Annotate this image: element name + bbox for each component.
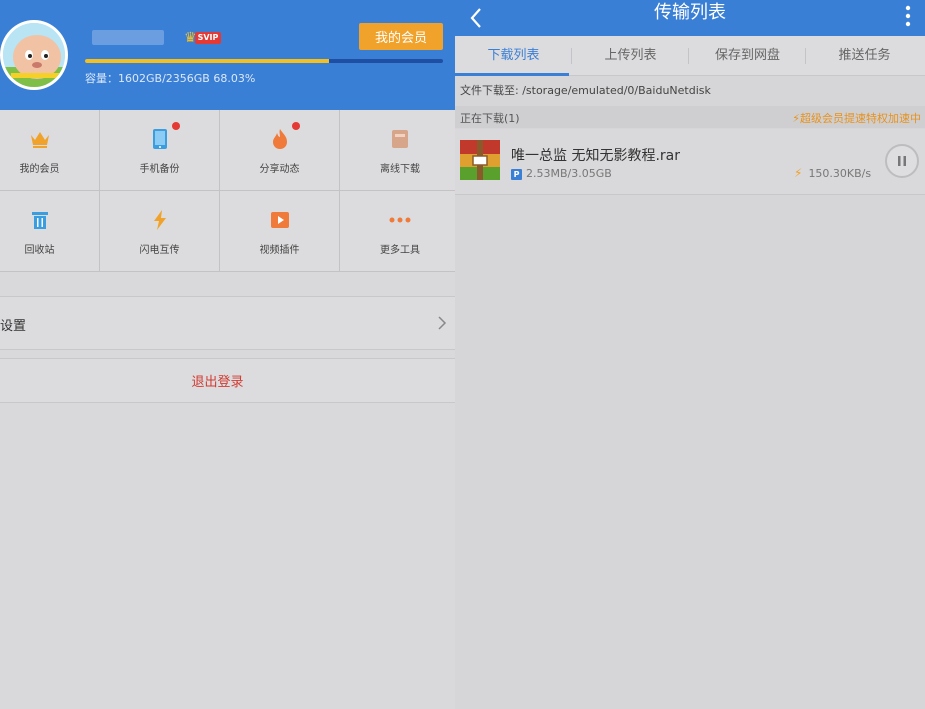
settings-label: 设置 <box>0 319 27 334</box>
download-item[interactable]: 唯一总监 无知无影教程.rar P 2.53MB/3.05GB ⚡ 150.30… <box>455 129 925 195</box>
tool-label: 视频插件 <box>259 245 300 256</box>
lightning-icon <box>149 209 171 231</box>
settings-row[interactable]: 设置 <box>0 296 455 350</box>
page-title: 传输列表 <box>654 2 726 23</box>
my-vip-button[interactable]: 我的会员 <box>359 23 443 50</box>
file-size-progress: 2.53MB/3.05GB <box>526 167 612 180</box>
crown-icon <box>29 128 51 150</box>
vip-speedup-notice[interactable]: ⚡超级会员提速特权加速中 <box>792 110 921 126</box>
notification-dot <box>172 122 180 130</box>
tool-label: 更多工具 <box>380 245 420 256</box>
tool-label: 手机备份 <box>139 164 180 175</box>
downloading-section-header: 正在下载(1) ⚡超级会员提速特权加速中 <box>455 106 925 128</box>
transfer-list-panel: 传输列表 下载列表 上传列表 保存到网盘 推送任务 文件下载至: /storag… <box>455 0 925 709</box>
rar-archive-icon <box>460 140 500 180</box>
logout-row: 退出登录 <box>0 358 455 403</box>
tool-my-vip[interactable]: 我的会员 <box>0 110 100 191</box>
chevron-right-icon <box>437 315 447 335</box>
tab-save-to-cloud[interactable]: 保存到网盘 <box>689 36 806 76</box>
capacity-progress-bar <box>85 59 443 63</box>
downloading-count-label: 正在下载(1) <box>460 112 520 125</box>
tab-download-list[interactable]: 下载列表 <box>455 36 572 76</box>
notification-dot <box>292 122 300 130</box>
tool-share-feed[interactable]: 分享动态 <box>220 110 340 191</box>
phone-icon <box>149 128 171 150</box>
video-play-icon <box>269 209 291 231</box>
tool-label: 回收站 <box>24 245 55 256</box>
tool-recycle-bin[interactable]: 回收站 <box>0 191 100 272</box>
tool-flash-transfer[interactable]: 闪电互传 <box>100 191 220 272</box>
profile-header: ♛ SVIP 我的会员 容量：1602GB/2356GB 68.03% <box>0 0 455 110</box>
download-speed: ⚡ 150.30KB/s <box>794 166 871 180</box>
tool-video-plugin[interactable]: 视频插件 <box>220 191 340 272</box>
save-path-text: 文件下载至: /storage/emulated/0/BaiduNetdisk <box>460 84 711 97</box>
tab-upload-list[interactable]: 上传列表 <box>572 36 689 76</box>
pause-icon <box>898 156 906 166</box>
file-name: 唯一总监 无知无影教程.rar <box>511 148 680 164</box>
more-vertical-icon[interactable] <box>903 4 913 28</box>
trash-icon <box>29 209 51 231</box>
top-bar: 传输列表 <box>455 0 925 36</box>
username-redacted <box>92 30 164 45</box>
account-panel: ♛ SVIP 我的会员 容量：1602GB/2356GB 68.03% 我的会员… <box>0 0 460 709</box>
source-badge: P <box>511 169 522 180</box>
tool-label: 我的会员 <box>19 164 60 175</box>
lightning-icon: ⚡ <box>794 166 803 180</box>
tool-label: 分享动态 <box>259 164 300 175</box>
avatar[interactable] <box>0 20 68 90</box>
speed-text: 150.30KB/s <box>808 166 872 180</box>
tool-label: 离线下载 <box>380 164 420 175</box>
tools-grid: 我的会员 手机备份 分享动态 离线下载 回收站 闪电互传 视频插件 更多工具 <box>0 110 460 272</box>
more-dots-icon <box>389 209 411 231</box>
tool-label: 闪电互传 <box>139 245 180 256</box>
tool-more-tools[interactable]: 更多工具 <box>340 191 460 272</box>
transfer-tabs: 下载列表 上传列表 保存到网盘 推送任务 <box>455 36 925 76</box>
logout-button[interactable]: 退出登录 <box>191 371 243 390</box>
capacity-progress-fill <box>85 59 329 63</box>
svip-badge: ♛ SVIP <box>184 30 222 46</box>
tab-push-tasks[interactable]: 推送任务 <box>806 36 923 76</box>
flame-icon <box>269 128 291 150</box>
capacity-text: 容量：1602GB/2356GB 68.03% <box>85 72 256 85</box>
svip-label: SVIP <box>194 32 222 44</box>
tool-offline-download[interactable]: 离线下载 <box>340 110 460 191</box>
tool-phone-backup[interactable]: 手机备份 <box>100 110 220 191</box>
pause-button[interactable] <box>885 144 919 178</box>
offline-download-icon <box>389 128 411 150</box>
